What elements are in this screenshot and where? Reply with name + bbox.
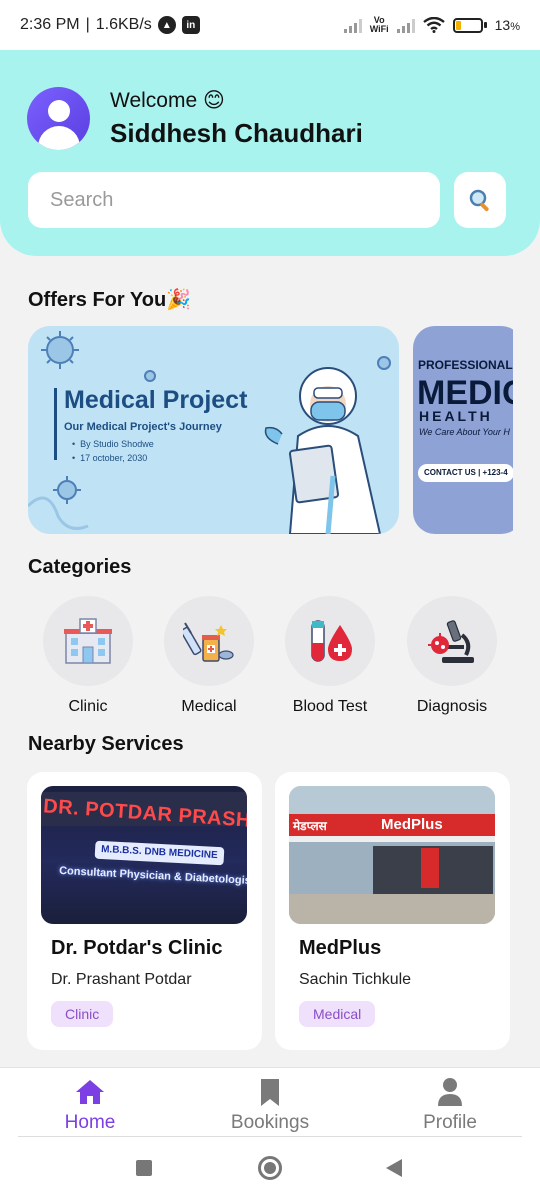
avatar[interactable] — [27, 87, 90, 150]
offer-card-medical-project[interactable]: Medical Project Our Medical Project's Jo… — [28, 326, 399, 534]
bottom-navigation: Home Bookings Profile — [0, 1067, 540, 1137]
header: Welcome 😊 Siddhesh Chaudhari — [0, 50, 540, 256]
category-label: Blood Test — [292, 698, 368, 715]
service-card-potdar-clinic[interactable]: DR. POTDAR PRASHANT M.B.B.S. DNB MEDICIN… — [27, 772, 262, 1050]
offers-title: Offers For You🎉 — [28, 289, 192, 311]
clinic-photo: DR. POTDAR PRASHANT M.B.B.S. DNB MEDICIN… — [41, 786, 247, 924]
status-bar: 2:36 PM | 1.6KB/s ▲ in Vo WiFi 13% — [0, 0, 540, 50]
system-navigation-bar — [0, 1137, 540, 1200]
categories-title: Categories — [28, 556, 132, 578]
status-right: Vo WiFi 13% — [343, 15, 520, 34]
search-icon — [469, 189, 489, 212]
clinic-sign-degree: M.B.B.S. DNB MEDICINE — [94, 840, 225, 866]
medplus-photo: मेडप्लस MedPlus — [289, 786, 495, 924]
nav-bookings[interactable]: Bookings — [210, 1076, 330, 1134]
bookmark-icon — [261, 1079, 279, 1106]
service-category-badge: Clinic — [51, 1001, 114, 1027]
status-time: 2:36 PM — [20, 16, 80, 33]
service-name: Dr. Potdar's Clinic — [51, 937, 223, 959]
recents-button[interactable] — [136, 1160, 152, 1176]
nearby-title: Nearby Services — [28, 733, 184, 755]
battery-percent: 13 — [494, 17, 511, 33]
category-blood-test[interactable]: Blood Test — [280, 596, 380, 716]
offer2-label: PROFESSIONAL — [418, 358, 513, 372]
home-system-button[interactable] — [258, 1156, 282, 1180]
search-button[interactable] — [454, 172, 506, 228]
category-label: Clinic — [68, 698, 108, 715]
battery-unit: % — [510, 21, 520, 33]
linkedin-icon: in — [181, 16, 200, 34]
service-card-medplus[interactable]: मेडप्लस MedPlus MedPlus Sachin Tichkule … — [275, 772, 510, 1050]
nav-label: Bookings — [230, 1112, 310, 1133]
status-left: 2:36 PM | 1.6KB/s ▲ in — [20, 16, 200, 34]
category-clinic[interactable]: Clinic — [38, 596, 138, 716]
service-owner: Dr. Prashant Potdar — [51, 971, 192, 988]
navigation-app-icon: ▲ — [157, 16, 176, 34]
user-icon — [438, 1078, 462, 1106]
offer-title: Medical Project — [64, 386, 248, 414]
category-label: Medical — [181, 698, 237, 715]
offer-bullet: 17 october, 2030 — [72, 453, 147, 463]
service-category-badge: Medical — [299, 1001, 376, 1027]
nav-label: Profile — [423, 1112, 477, 1133]
welcome-text: Welcome 😊 — [110, 89, 225, 112]
nav-home[interactable]: Home — [30, 1076, 150, 1134]
nav-profile[interactable]: Profile — [390, 1076, 510, 1134]
offer2-tagline: We Care About Your H — [419, 427, 510, 437]
service-name: MedPlus — [299, 937, 382, 959]
offer2-contact: CONTACT US | +123-4 — [418, 464, 513, 482]
category-medical[interactable]: Medical — [159, 596, 259, 716]
medplus-sign-brand: MedPlus — [381, 816, 443, 833]
vowifi-icon: Vo WiFi — [369, 15, 389, 34]
category-label: Diagnosis — [416, 698, 488, 715]
offer-bullet: By Studio Shodwe — [72, 439, 154, 449]
microscope-icon — [428, 620, 474, 663]
blood-test-icon — [311, 620, 352, 662]
offer-subtitle: Our Medical Project's Journey — [64, 421, 222, 433]
offer-card-professional-medical[interactable]: PROFESSIONAL MEDIC HEALTH We Care About … — [413, 326, 513, 534]
back-button[interactable] — [386, 1159, 402, 1177]
category-diagnosis[interactable]: Diagnosis — [402, 596, 502, 716]
user-name: Siddhesh Chaudhari — [110, 118, 363, 148]
medicine-icon — [183, 622, 234, 662]
search-input[interactable] — [28, 172, 440, 228]
signal-icon — [343, 17, 362, 33]
service-owner: Sachin Tichkule — [299, 971, 412, 988]
clinic-sign-title: Consultant Physician & Diabetologist — [58, 864, 247, 888]
signal-icon-2 — [396, 17, 415, 33]
offer2-health: HEALTH — [419, 408, 493, 424]
home-icon — [76, 1080, 104, 1104]
hospital-icon — [64, 618, 112, 664]
wifi-icon — [422, 17, 445, 33]
nav-label: Home — [64, 1112, 116, 1133]
battery-icon — [452, 17, 487, 33]
network-speed: 1.6KB/s — [95, 16, 152, 33]
medplus-sign-marathi: मेडप्लस — [293, 819, 327, 833]
offers-carousel[interactable]: Medical Project Our Medical Project's Jo… — [28, 326, 513, 534]
